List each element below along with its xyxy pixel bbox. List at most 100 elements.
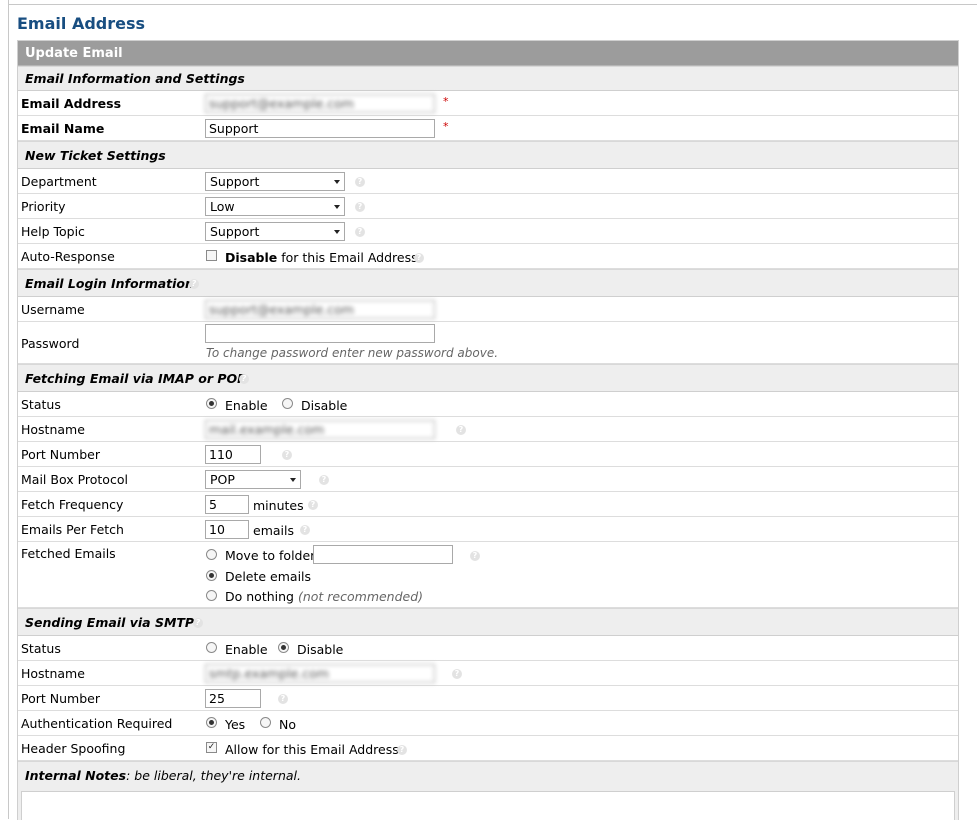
auto-response-checkbox[interactable] — [206, 250, 217, 261]
emails-per-fetch-label: Emails Per Fetch — [21, 522, 124, 537]
row-fetch-status: Status Enable Disable — [18, 392, 958, 417]
help-icon[interactable]: ? — [452, 669, 462, 679]
row-username: Username support@example.com — [18, 297, 958, 322]
row-header-spoofing: Header Spoofing ✓ Allow for this Email A… — [18, 736, 958, 761]
mailbox-protocol-selected-value: POP — [210, 472, 235, 487]
chevron-down-icon — [334, 180, 340, 184]
username-input[interactable]: support@example.com — [205, 300, 435, 319]
help-icon[interactable]: ? — [470, 551, 480, 561]
do-nothing-note: (not recommended) — [297, 589, 424, 604]
row-auto-response: Auto-Response Disable for this Email Add… — [18, 244, 958, 269]
required-asterisk: * — [443, 120, 449, 133]
row-emails-per-fetch: Emails Per Fetch 10 emails ? — [18, 517, 958, 542]
frame-left-border — [8, 0, 9, 819]
auth-required-label: Authentication Required — [21, 716, 173, 731]
email-name-label: Email Name — [21, 121, 105, 136]
help-icon[interactable]: ? — [355, 177, 365, 187]
header-spoofing-label: Header Spoofing — [21, 741, 126, 756]
fetch-frequency-input[interactable]: 5 — [205, 495, 249, 514]
email-address-input[interactable]: support@example.com — [205, 94, 435, 113]
smtp-hostname-label: Hostname — [21, 666, 85, 681]
update-email-form: Update Email Email Information and Setti… — [17, 40, 959, 820]
fetched-emails-label: Fetched Emails — [21, 546, 116, 561]
department-selected-value: Support — [210, 174, 260, 189]
row-fetch-port: Port Number 110 ? — [18, 442, 958, 467]
help-icon[interactable]: ? — [193, 618, 203, 628]
section-title: Fetching Email via IMAP or POP — [25, 371, 247, 386]
delete-emails-label: Delete emails — [225, 569, 312, 584]
department-label: Department — [21, 174, 97, 189]
row-fetched-emails: Fetched Emails Move to folder: ? Delete … — [18, 542, 958, 608]
smtp-port-input[interactable]: 25 — [205, 689, 261, 708]
mailbox-protocol-select[interactable]: POP — [205, 470, 301, 489]
help-icon[interactable]: ? — [239, 374, 249, 384]
password-input[interactable] — [205, 324, 435, 343]
auto-response-rest: for this Email Address — [277, 250, 418, 265]
row-smtp-hostname: Hostname smtp.example.com ? — [18, 661, 958, 686]
section-email-info: Email Information and Settings — [18, 66, 958, 91]
section-title: New Ticket Settings — [25, 148, 166, 163]
folder-input[interactable] — [313, 545, 453, 564]
chevron-down-icon — [334, 230, 340, 234]
smtp-hostname-input[interactable]: smtp.example.com — [205, 664, 435, 683]
auto-response-bold: Disable — [225, 250, 278, 265]
auth-yes-radio[interactable] — [206, 717, 217, 728]
section-title: Sending Email via SMTP — [25, 615, 195, 630]
internal-notes-hint: : be liberal, they're internal. — [126, 768, 301, 783]
row-smtp-status: Status Enable Disable — [18, 636, 958, 661]
internal-notes-textarea[interactable] — [21, 791, 955, 820]
section-internal-notes: Internal Notes: be liberal, they're inte… — [18, 761, 958, 820]
help-icon[interactable]: ? — [456, 425, 466, 435]
smtp-enable-radio[interactable] — [206, 642, 217, 653]
auth-yes-label: Yes — [225, 717, 246, 732]
fetch-enable-radio[interactable] — [206, 398, 217, 409]
required-asterisk: * — [443, 95, 449, 108]
fetch-status-label: Status — [21, 397, 61, 412]
delete-emails-radio[interactable] — [206, 570, 217, 581]
help-icon[interactable]: ? — [300, 525, 310, 535]
fetch-disable-radio[interactable] — [282, 398, 293, 409]
section-login-info: Email Login Information ? — [18, 269, 958, 297]
help-icon[interactable]: ? — [278, 694, 288, 704]
priority-select[interactable]: Low — [205, 197, 345, 216]
department-select[interactable]: Support — [205, 172, 345, 191]
fetch-disable-label: Disable — [301, 398, 348, 413]
fetch-port-input[interactable]: 110 — [205, 445, 261, 464]
help-icon[interactable]: ? — [319, 475, 329, 485]
fetch-frequency-label: Fetch Frequency — [21, 497, 124, 512]
section-title: Email Login Information — [25, 276, 194, 291]
do-nothing-radio[interactable] — [206, 590, 217, 601]
help-icon[interactable]: ? — [355, 202, 365, 212]
fetch-frequency-unit: minutes — [253, 498, 304, 513]
smtp-enable-label: Enable — [225, 642, 268, 657]
fetch-hostname-input[interactable]: mail.example.com — [205, 420, 435, 439]
header-spoofing-checkbox[interactable]: ✓ — [206, 742, 217, 753]
emails-per-fetch-input[interactable]: 10 — [205, 520, 249, 539]
fetch-enable-label: Enable — [225, 398, 268, 413]
help-icon[interactable]: ? — [308, 500, 318, 510]
fetch-hostname-label: Hostname — [21, 422, 85, 437]
row-fetch-hostname: Hostname mail.example.com ? — [18, 417, 958, 442]
help-icon[interactable]: ? — [355, 227, 365, 237]
emails-per-fetch-unit: emails — [253, 523, 294, 538]
smtp-disable-radio[interactable] — [278, 642, 289, 653]
email-name-input[interactable]: Support — [205, 119, 435, 138]
row-email-name: Email Name Support * — [18, 116, 958, 141]
help-topic-label: Help Topic — [21, 224, 85, 239]
help-icon[interactable]: ? — [282, 450, 292, 460]
move-to-folder-radio[interactable] — [206, 549, 217, 560]
help-icon[interactable]: ? — [414, 253, 424, 263]
row-password: Password To change password enter new pa… — [18, 322, 958, 364]
help-icon[interactable]: ? — [189, 279, 199, 289]
chevron-down-icon — [334, 205, 340, 209]
auto-response-label: Auto-Response — [21, 249, 115, 264]
auth-no-radio[interactable] — [260, 717, 271, 728]
help-topic-select[interactable]: Support — [205, 222, 345, 241]
page-title: Email Address — [17, 14, 146, 33]
mailbox-protocol-label: Mail Box Protocol — [21, 472, 128, 487]
row-help-topic: Help Topic Support ? — [18, 219, 958, 244]
priority-selected-value: Low — [210, 199, 235, 214]
help-icon[interactable]: ? — [397, 745, 407, 755]
section-ticket-settings: New Ticket Settings — [18, 141, 958, 169]
chevron-down-icon — [290, 478, 296, 482]
